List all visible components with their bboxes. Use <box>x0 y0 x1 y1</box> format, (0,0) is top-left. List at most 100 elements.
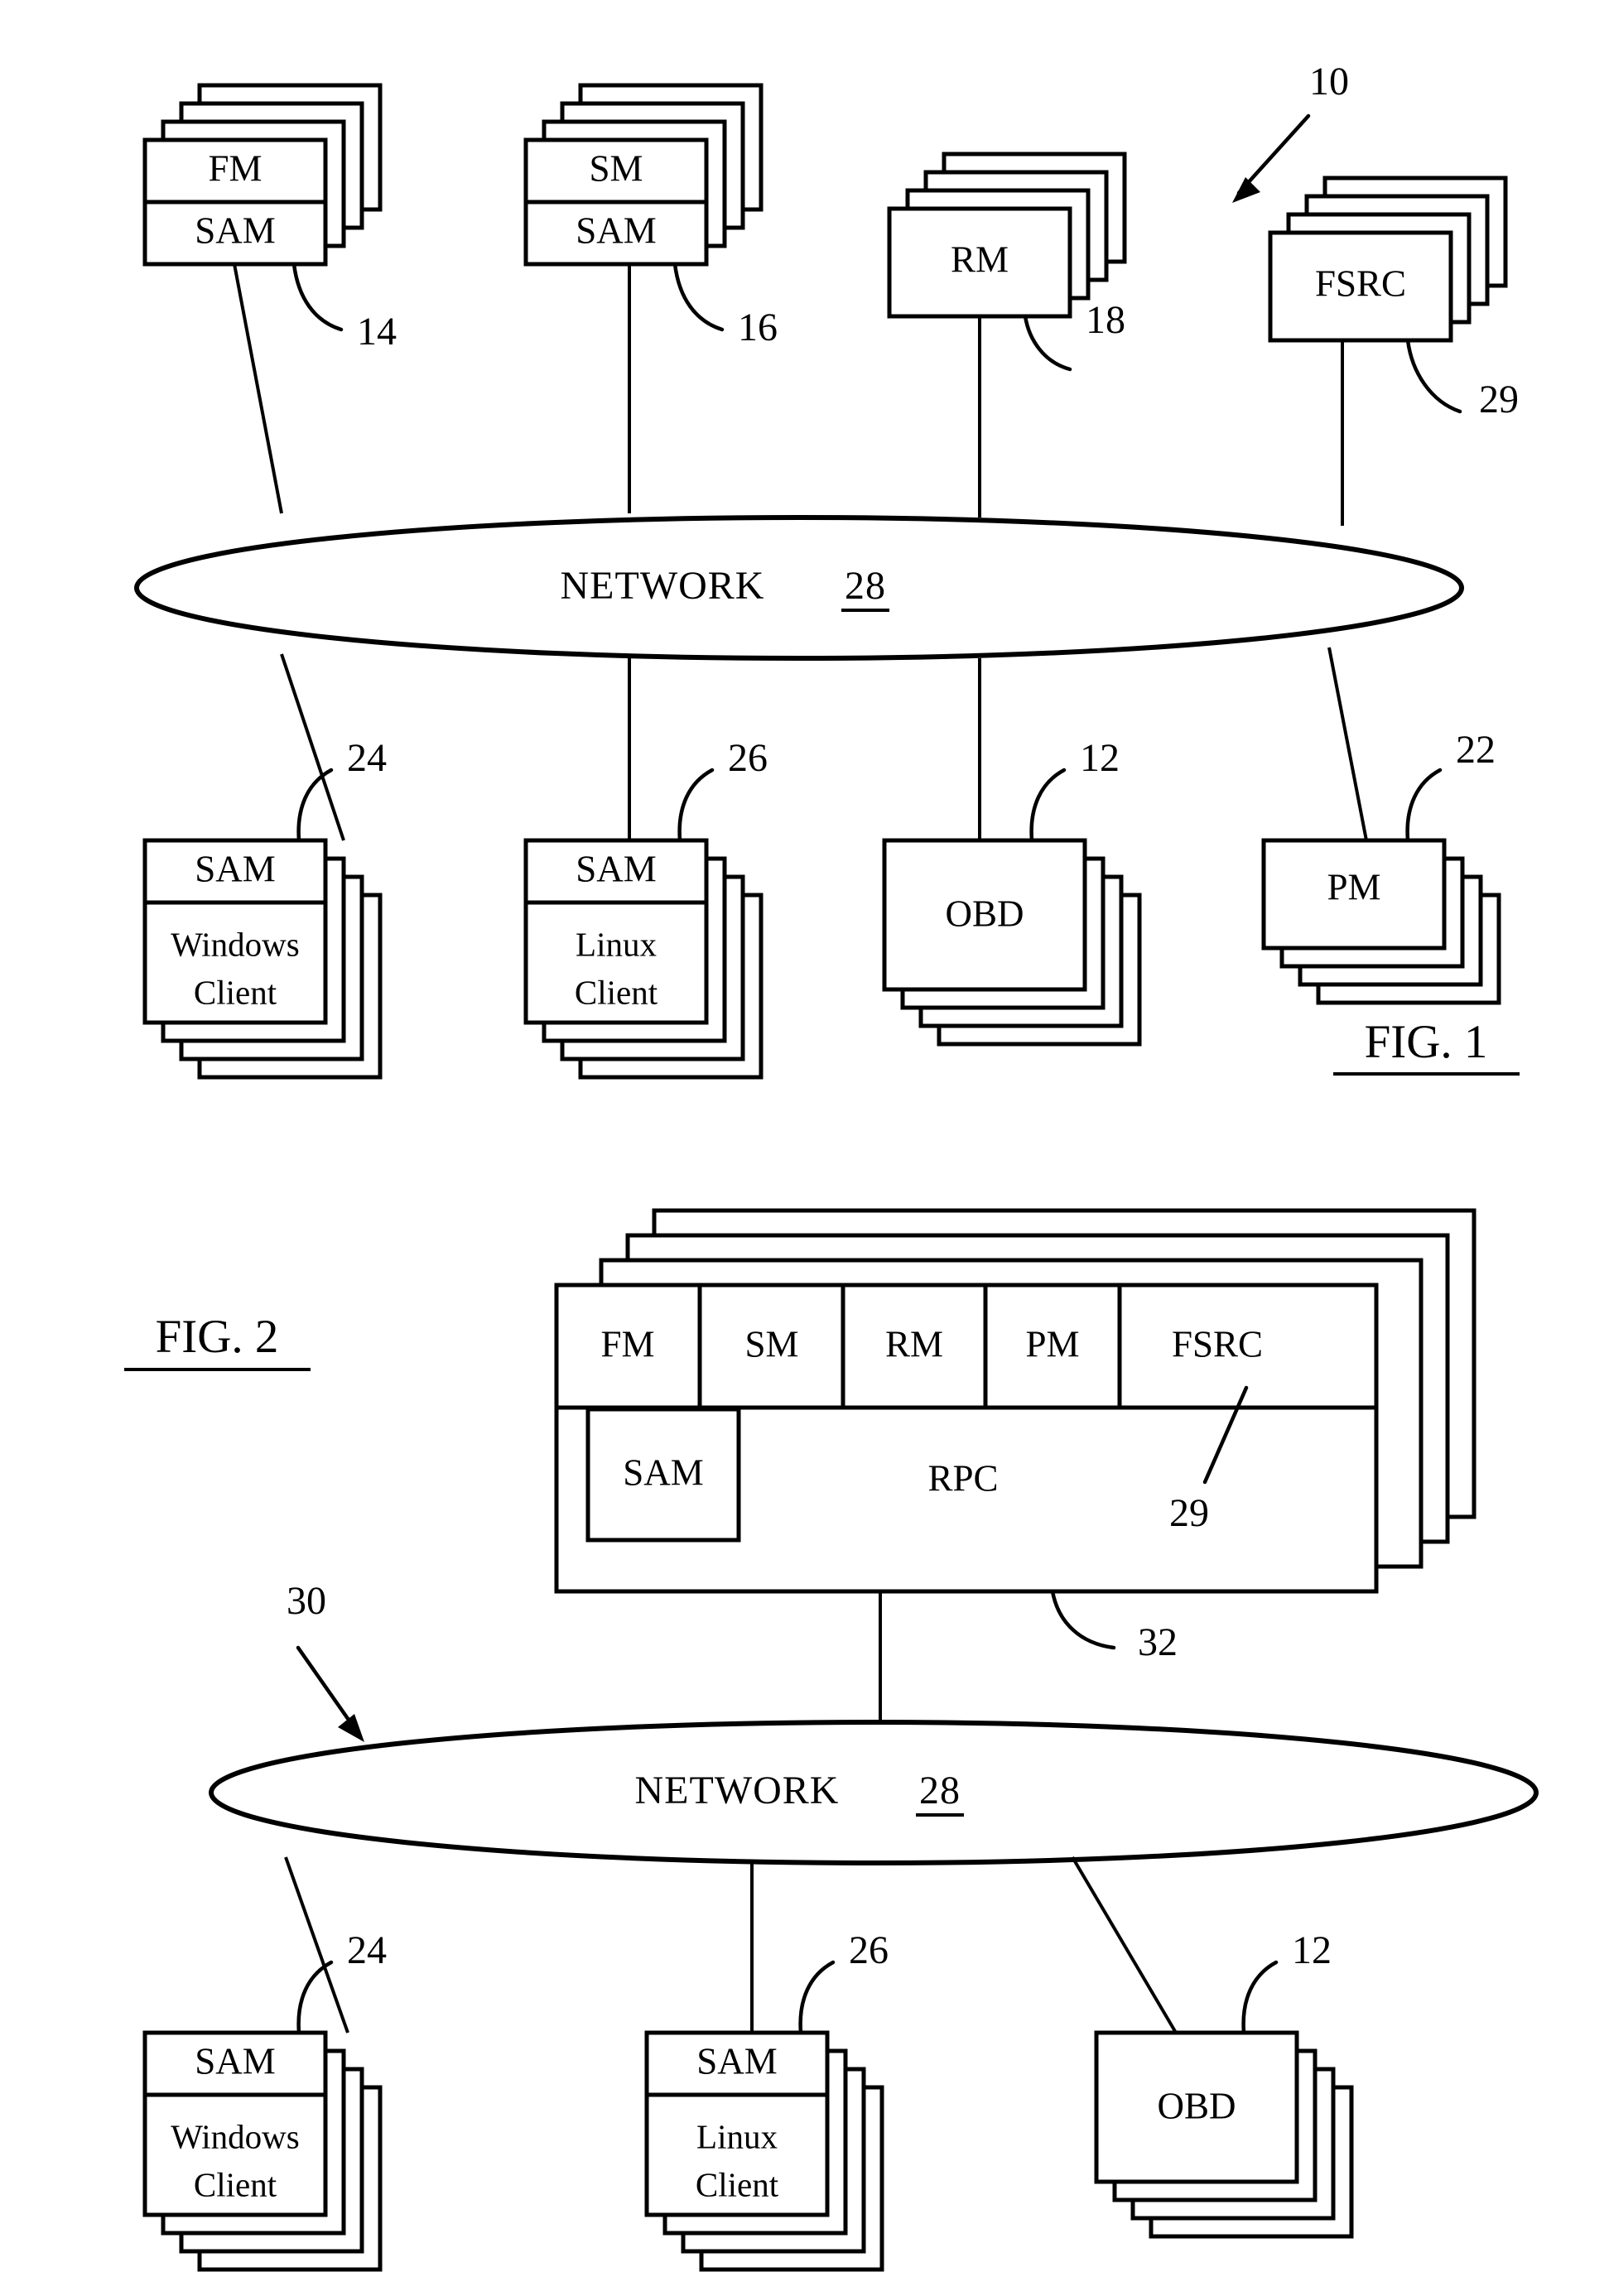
fig2-windows-lower-label-line1: Windows <box>171 2117 300 2155</box>
fig2-system-ref-callout: 30 <box>287 1579 364 1742</box>
fig1-fsrc-ref-number: 29 <box>1479 378 1519 421</box>
fig1-node-fsrc[interactable]: FSRC <box>1268 176 1508 343</box>
fig2-node-linux-client[interactable]: SAM Linux Client <box>644 2030 884 2272</box>
figure-1: 10 FM SAM 14 SM SAM 16 RM 18 FSRC 29 NET… <box>134 60 1520 1080</box>
fig2-system-ref-arrowhead <box>338 1714 364 1742</box>
fig2-node-obd[interactable]: OBD <box>1094 2030 1354 2239</box>
fig1-fm-ref-leader <box>291 262 344 332</box>
fig1-fm-ref-callout: 14 <box>291 262 397 354</box>
fig1-rm-ref-leader <box>1023 314 1072 372</box>
fig2-server-rpc-label: RPC <box>927 1457 998 1499</box>
fig1-obd-ref-callout: 12 <box>1029 736 1120 843</box>
fig1-network-ellipse <box>134 515 1464 661</box>
fig1-pm-ref-leader <box>1405 768 1443 843</box>
fig2-server-module-fsrc[interactable]: FSRC <box>1172 1323 1263 1365</box>
fig1-linux-ref-leader <box>677 768 715 843</box>
fig1-system-ref-arrowhead <box>1232 177 1260 203</box>
fig2-module-label-sm: SM <box>744 1323 798 1365</box>
fig2-server-sam-label: SAM <box>623 1451 704 1493</box>
fig1-linux-lower-label-line2: Client <box>575 973 658 1011</box>
fig2-linux-ref-callout: 26 <box>798 1928 889 2035</box>
fig1-windows-ref-leader <box>296 768 334 843</box>
fig2-windows-upper-label: SAM <box>195 2040 276 2082</box>
fig2-obd-network-link <box>1071 1856 1178 2034</box>
fig1-network[interactable]: NETWORK 28 <box>134 515 1464 661</box>
fig2-network-label: NETWORK <box>635 1769 840 1812</box>
fig1-rm-label: RM <box>951 238 1009 280</box>
fig1-fsrc-ref-leader <box>1405 338 1462 414</box>
fig2-linux-lower-label-line1: Linux <box>696 2117 778 2155</box>
fig1-network-ref-number: 28 <box>845 564 886 608</box>
fig1-linux-upper-label: SAM <box>576 848 657 889</box>
fig1-windows-ref-callout: 24 <box>296 736 387 843</box>
fig2-obd-ref-leader <box>1241 1960 1279 2035</box>
fig2-windows-ref-number: 24 <box>347 1928 387 1972</box>
fig1-pm-label: PM <box>1327 866 1380 907</box>
fig1-windows-upper-label: SAM <box>195 848 276 889</box>
fig1-linux-ref-number: 26 <box>728 736 768 780</box>
fig2-caption: FIG. 2 <box>124 1311 311 1371</box>
fig1-linux-lower-label-line1: Linux <box>576 925 657 963</box>
drawing-canvas: 10 FM SAM 14 SM SAM 16 RM 18 FSRC 29 NET… <box>124 60 1539 2272</box>
fig1-rm-ref-number: 18 <box>1086 298 1125 342</box>
fig1-sm-ref-leader <box>672 262 725 332</box>
fig2-linux-upper-label: SAM <box>696 2040 778 2082</box>
fig2-module-label-pm: PM <box>1025 1323 1079 1365</box>
fig1-network-label: NETWORK <box>561 564 765 608</box>
fig1-fm-network-link <box>233 263 283 514</box>
fig2-server-sam[interactable]: SAM <box>585 1407 741 1543</box>
fig2-network-ellipse <box>209 1720 1539 1865</box>
fig2-obd-ref-callout: 12 <box>1241 1928 1332 2035</box>
fig1-fm-lower-label: SAM <box>195 209 276 251</box>
fig1-caption-text: FIG. 1 <box>1365 1016 1488 1068</box>
fig2-linux-ref-number: 26 <box>849 1928 889 1972</box>
fig1-windows-lower-label-line2: Client <box>194 973 277 1011</box>
fig1-pm-ref-number: 22 <box>1456 728 1496 772</box>
fig1-fsrc-ref-callout: 29 <box>1405 338 1519 421</box>
fig2-caption-text: FIG. 2 <box>156 1311 279 1363</box>
figure-2: FIG. 2 30 FM SM RM PM FSRC SAM RPC 29 32… <box>124 1208 1539 2272</box>
fig2-linux-ref-leader <box>798 1960 836 2035</box>
fig2-module-label-fm: FM <box>600 1323 654 1365</box>
patent-drawing-page: 10 FM SAM 14 SM SAM 16 RM 18 FSRC 29 NET… <box>0 0 1609 2296</box>
fig1-windows-lower-label-line1: Windows <box>171 925 300 963</box>
fig2-system-ref-leader <box>296 1645 359 1733</box>
fig1-sm-ref-callout: 16 <box>672 262 778 349</box>
fig1-caption: FIG. 1 <box>1333 1016 1520 1076</box>
fig2-windows-network-link <box>284 1856 349 2034</box>
fig1-pm-network-link <box>1327 647 1368 841</box>
fig2-linux-lower-label-line2: Client <box>696 2165 779 2203</box>
fig2-network[interactable]: NETWORK 28 <box>209 1720 1539 1865</box>
fig1-node-pm[interactable]: PM <box>1261 838 1501 1005</box>
fig1-fsrc-label: FSRC <box>1315 262 1406 304</box>
fig1-pm-ref-callout: 22 <box>1405 728 1496 843</box>
fig2-node-windows-client[interactable]: SAM Windows Client <box>142 2030 383 2272</box>
fig1-fm-upper-label: FM <box>208 147 262 189</box>
fig1-node-sm[interactable]: SM SAM <box>523 83 764 267</box>
fig1-system-ref-number: 10 <box>1309 60 1349 103</box>
fig1-node-obd[interactable]: OBD <box>882 838 1142 1047</box>
fig1-linux-ref-callout: 26 <box>677 736 768 843</box>
fig1-node-linux-client[interactable]: SAM Linux Client <box>523 838 764 1080</box>
fig2-obd-label: OBD <box>1157 2085 1236 2126</box>
fig1-node-fm[interactable]: FM SAM <box>142 83 383 267</box>
fig1-obd-ref-leader <box>1029 768 1067 843</box>
fig1-sm-lower-label: SAM <box>576 209 657 251</box>
fig2-server-ref-leader <box>1050 1589 1116 1650</box>
fig1-node-windows-client[interactable]: SAM Windows Client <box>142 838 383 1080</box>
fig2-server-ref-callout: 32 <box>1050 1589 1178 1664</box>
fig2-module-label-fsrc: FSRC <box>1172 1323 1263 1365</box>
fig2-obd-ref-number: 12 <box>1292 1928 1332 1972</box>
fig1-sm-upper-label: SM <box>589 147 643 189</box>
fig2-server[interactable]: FM SM RM PM FSRC SAM RPC <box>554 1208 1477 1594</box>
fig1-windows-network-link <box>280 653 345 841</box>
fig2-windows-lower-label-line2: Client <box>194 2165 277 2203</box>
fig2-fsrc-ref-number: 29 <box>1169 1491 1209 1535</box>
fig2-system-ref-number: 30 <box>287 1579 326 1623</box>
fig1-windows-ref-number: 24 <box>347 736 387 780</box>
fig1-node-rm[interactable]: RM <box>887 152 1127 319</box>
fig1-fm-ref-number: 14 <box>357 310 397 354</box>
fig2-server-ref-number: 32 <box>1138 1620 1178 1664</box>
fig2-module-label-rm: RM <box>885 1323 943 1365</box>
fig2-network-ref-number: 28 <box>919 1769 961 1812</box>
